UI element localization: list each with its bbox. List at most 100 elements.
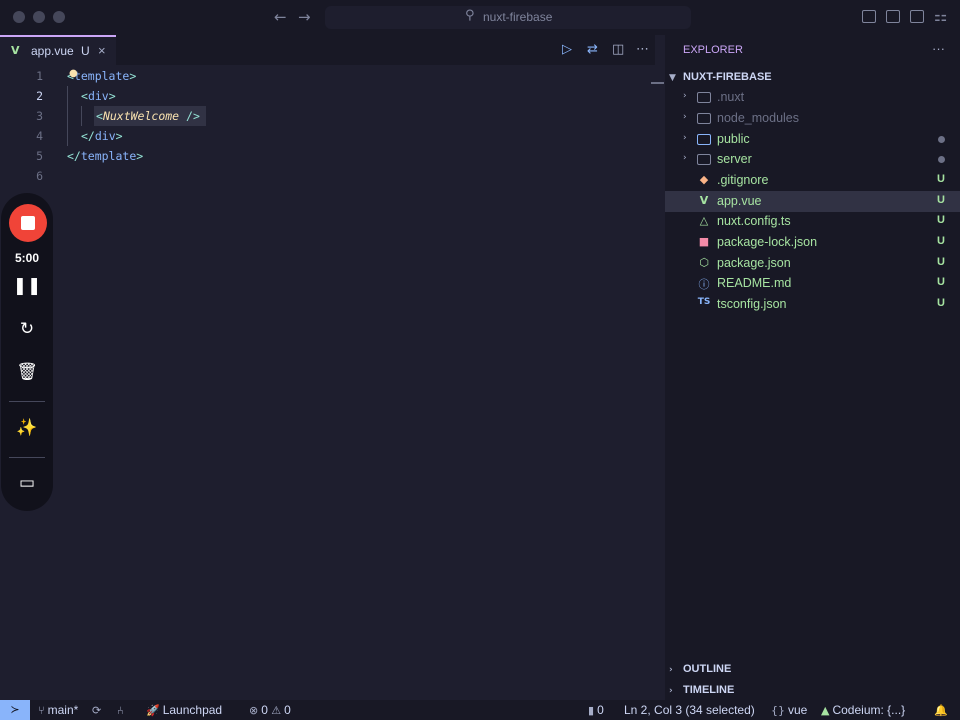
line-number: 3 (36, 109, 43, 123)
rocket-icon: 🚀 (146, 704, 160, 717)
git-status-badge: U (937, 276, 945, 288)
line-number: 6 (36, 169, 43, 183)
file-name: node_modules (717, 111, 800, 125)
file-name: nuxt.config.ts (717, 214, 791, 228)
branch-name: main* (47, 703, 79, 717)
trash-icon[interactable]: 🗑 (1, 362, 53, 382)
problems-indicator[interactable]: ⊗ 0 ⚠ 0 (249, 703, 291, 717)
braces-icon: {} (771, 704, 785, 717)
tree-item-tsconfig[interactable]: TS tsconfig.json U (665, 294, 960, 315)
remote-indicator-icon[interactable]: ≻ (0, 700, 30, 720)
git-status-badge: U (937, 173, 945, 185)
notifications-icon[interactable]: 🔔 (934, 703, 951, 717)
warning-icon: ⚠ (271, 704, 282, 717)
line-number: 4 (36, 129, 43, 143)
branch-indicator[interactable]: ⑂ main* (38, 703, 78, 717)
ports-indicator[interactable]: ▮ 0 (588, 703, 604, 717)
indent-guide (67, 126, 68, 146)
run-icon[interactable]: ▷ (562, 42, 572, 57)
effects-icon[interactable]: ✨ (1, 418, 53, 438)
tree-item-app-vue[interactable]: V app.vue U (665, 191, 960, 212)
git-graph-icon[interactable]: ⑃ (117, 703, 127, 717)
outline-section-header[interactable]: › OUTLINE (669, 663, 731, 675)
search-icon: ⚲ (465, 8, 475, 23)
indent-guide (81, 106, 82, 126)
code-line: 1 <template> (0, 66, 655, 86)
code-editor[interactable]: 1 <template> ● 2 <div> 3 <NuxtWelcome />… (0, 65, 664, 700)
status-bar: ≻ ⑂ main* ⟳ ⑃ 🚀 Launchpad ⊗ 0 ⚠ 0 ▮ 0 Ln 2, C… (0, 700, 960, 720)
scrollbar-marker[interactable] (651, 82, 664, 84)
error-icon: ⊗ (249, 704, 259, 717)
nodejs-icon: ⬡ (699, 256, 709, 269)
tree-item-server[interactable]: › server (665, 149, 960, 170)
customize-layout-icon[interactable]: ⚏ (934, 7, 947, 25)
more-actions-icon[interactable]: ⋯ (636, 42, 649, 57)
file-name: README.md (717, 276, 792, 290)
back-arrow-icon[interactable]: ← (274, 8, 287, 26)
vue-icon: V (699, 194, 709, 207)
chevron-right-icon: › (683, 91, 687, 101)
toggle-primary-sidebar-icon[interactable] (862, 10, 876, 23)
minimize-window-button[interactable] (33, 11, 45, 23)
vue-file-icon: V (11, 44, 20, 57)
forward-arrow-icon[interactable]: → (298, 8, 311, 26)
sync-icon[interactable]: ⟳ (92, 703, 104, 717)
branch-icon: ⑂ (38, 704, 45, 717)
tab-close-icon[interactable]: × (98, 43, 106, 58)
tree-item-package-lock[interactable]: ■ package-lock.json U (665, 232, 960, 253)
codeium-icon: ▲ (821, 704, 830, 717)
chevron-down-icon: ▼ (669, 73, 676, 83)
code-token: > (108, 89, 116, 103)
screen-recorder-toolbar: 5:00 ❚❚ ↻ 🗑 ✨ ▭ (1, 193, 53, 511)
line-number: 2 (36, 89, 43, 103)
cursor-position[interactable]: Ln 2, Col 3 (34 selected) (624, 703, 755, 717)
code-token: > (115, 129, 123, 143)
zoom-window-button[interactable] (53, 11, 65, 23)
codeium-status[interactable]: ▲ Codeium: {...} (821, 703, 905, 717)
tree-item-gitignore[interactable]: ◆ .gitignore U (665, 170, 960, 191)
code-token: template (80, 149, 137, 163)
project-name: NUXT-FIREBASE (683, 71, 772, 83)
split-editor-icon[interactable]: ◫ (612, 42, 624, 57)
search-text: nuxt-firebase (483, 10, 553, 24)
compare-changes-icon[interactable]: ⇄ (587, 42, 598, 57)
tree-item-public[interactable]: › public (665, 129, 960, 150)
tab-app-vue[interactable]: V app.vue U × (0, 35, 116, 65)
npm-icon: ■ (698, 235, 710, 248)
project-folder-header[interactable]: ▼ NUXT-FIREBASE (669, 71, 772, 83)
launchpad-button[interactable]: 🚀 Launchpad (146, 703, 222, 717)
git-status-badge: U (937, 194, 945, 206)
code-token: NuxtWelcome (102, 109, 180, 123)
line-number: 5 (36, 149, 43, 163)
typescript-config-icon: TS (697, 297, 711, 307)
tree-item-nuxt[interactable]: › .nuxt (665, 87, 960, 108)
toggle-secondary-sidebar-icon[interactable] (910, 10, 924, 23)
tree-item-readme[interactable]: ⓘ README.md U (665, 273, 960, 294)
file-name: public (717, 132, 750, 146)
pause-icon[interactable]: ❚❚ (1, 276, 53, 296)
divider (9, 401, 45, 402)
timeline-section-header[interactable]: › TIMELINE (669, 684, 734, 696)
restart-icon[interactable]: ↻ (1, 319, 53, 339)
camera-icon[interactable]: ▭ (1, 473, 53, 493)
command-center-search[interactable]: ⚲ nuxt-firebase (325, 6, 691, 29)
chevron-right-icon: › (683, 133, 687, 143)
stop-recording-button[interactable] (9, 204, 47, 242)
code-token: template (73, 69, 130, 83)
tree-item-nuxt-config[interactable]: △ nuxt.config.ts U (665, 211, 960, 232)
modified-dot (938, 136, 945, 143)
code-line: 3 <NuxtWelcome /> (0, 106, 655, 126)
indent-guide (67, 86, 68, 106)
lightbulb-icon[interactable]: ● (69, 68, 78, 79)
tree-item-node-modules[interactable]: › node_modules (665, 108, 960, 129)
tree-item-package-json[interactable]: ⬡ package.json U (665, 253, 960, 274)
more-icon[interactable]: ··· (932, 41, 945, 56)
close-window-button[interactable] (13, 11, 25, 23)
toggle-panel-icon[interactable] (886, 10, 900, 23)
recording-timer: 5:00 (14, 251, 40, 265)
language-mode[interactable]: {} vue (771, 703, 807, 717)
warning-count: 0 (284, 703, 291, 717)
tab-label: app.vue (31, 44, 74, 58)
code-token: > (136, 149, 144, 163)
code-token: > (129, 69, 137, 83)
